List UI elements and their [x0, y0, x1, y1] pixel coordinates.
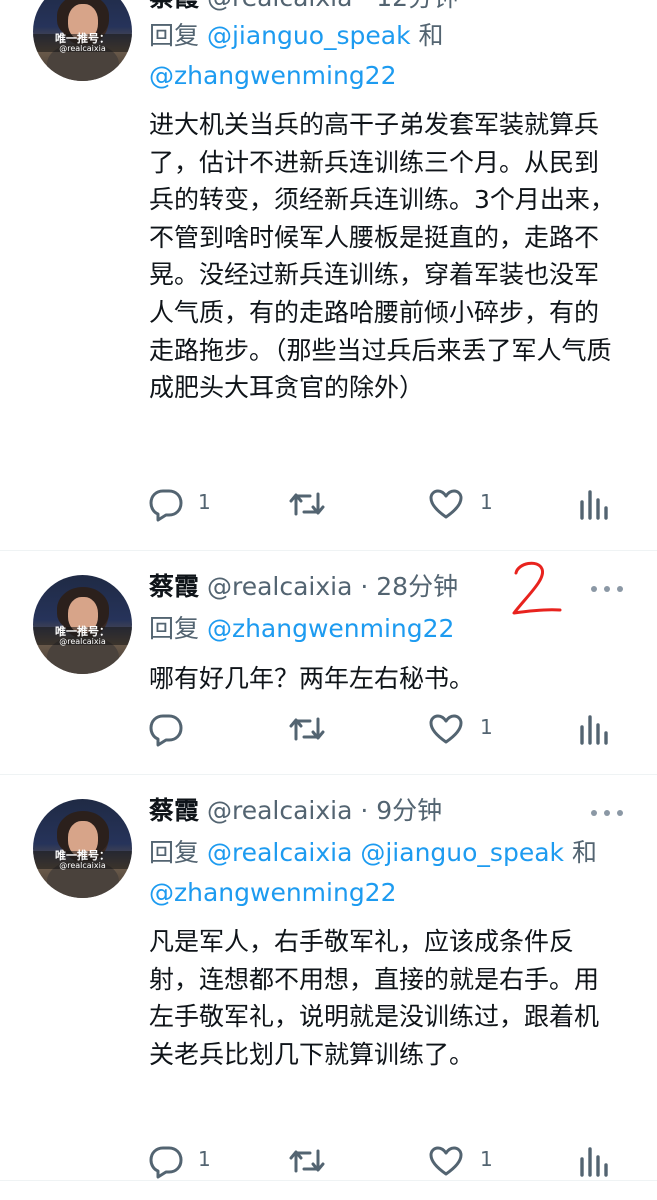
tweet-3[interactable]: 唯一推号： @realcaixia 蔡霞 @realcaixia · 9分钟 回…: [0, 775, 657, 1180]
timestamp[interactable]: 12分钟: [376, 0, 458, 12]
retweet-icon: [289, 717, 325, 741]
tweet-text: 哪有好几年？两年左右秘书。: [149, 664, 475, 693]
display-name[interactable]: 蔡霞: [149, 0, 199, 12]
reply-icon: [149, 714, 183, 747]
reply-button[interactable]: 1: [148, 1141, 228, 1181]
avatar[interactable]: 唯一推号： @realcaixia: [33, 575, 132, 674]
divider: [0, 1180, 657, 1181]
retweet-button[interactable]: [287, 709, 347, 749]
tweet-header: 蔡霞 @realcaixia · 12分钟: [149, 0, 458, 14]
tweet-actions: 1 1: [0, 1141, 657, 1181]
tweet-header: 蔡霞 @realcaixia · 9分钟: [149, 796, 443, 825]
display-name[interactable]: 蔡霞: [149, 572, 199, 601]
more-icon[interactable]: [591, 584, 625, 594]
display-name[interactable]: 蔡霞: [149, 796, 199, 825]
avatar-caption-handle: @realcaixia: [59, 44, 106, 53]
reply-icon: [149, 489, 183, 522]
analytics-icon: [580, 715, 608, 745]
like-button[interactable]: 1: [428, 709, 508, 749]
analytics-icon: [580, 1147, 608, 1177]
tweet-text: 凡是军人，右手敬军礼，应该成条件反射，连想都不用想，直接的就是右手。用左手敬军礼…: [149, 927, 600, 1069]
avatar-caption: 唯一推号：: [55, 849, 110, 862]
reply-icon: [149, 1146, 183, 1179]
timestamp[interactable]: 9分钟: [376, 796, 442, 825]
reply-button[interactable]: 1: [148, 484, 228, 524]
analytics-button[interactable]: [578, 484, 614, 524]
analytics-button[interactable]: [578, 1141, 614, 1181]
avatar-caption: 唯一推号：: [55, 32, 110, 45]
mention-link[interactable]: @jianguo_speak: [360, 838, 564, 867]
handwritten-annotation: [512, 561, 562, 615]
mention-link[interactable]: @zhangwenming22: [207, 614, 455, 643]
reply-button[interactable]: [148, 709, 228, 749]
analytics-button[interactable]: [578, 709, 614, 749]
avatar-caption-handle: @realcaixia: [59, 637, 106, 646]
replying-to: 回复 @jianguo_speak 和 @zhangwenming22: [149, 21, 444, 90]
like-button[interactable]: 1: [428, 1141, 508, 1181]
tweet-header: 蔡霞 @realcaixia · 28分钟: [149, 572, 459, 601]
tweet-1[interactable]: 唯一推号： @realcaixia 蔡霞 @realcaixia · 12分钟 …: [0, 0, 657, 550]
mention-link[interactable]: @zhangwenming22: [149, 61, 397, 90]
avatar-caption-handle: @realcaixia: [59, 861, 106, 870]
retweet-button[interactable]: [287, 484, 347, 524]
heart-icon: [429, 1146, 463, 1176]
like-button[interactable]: 1: [428, 484, 508, 524]
tweet-actions: 1 1: [0, 484, 657, 524]
avatar[interactable]: 唯一推号： @realcaixia: [33, 0, 132, 81]
mention-link[interactable]: @zhangwenming22: [149, 878, 397, 907]
retweet-icon: [289, 492, 325, 516]
avatar-caption: 唯一推号：: [55, 625, 110, 638]
heart-icon: [429, 714, 463, 744]
tweet-text: 进大机关当兵的高干子弟发套军装就算兵了，估计不进新兵连训练三个月。从民到兵的转变…: [149, 110, 615, 403]
more-icon[interactable]: [591, 808, 625, 818]
handle[interactable]: @realcaixia: [207, 0, 352, 12]
mention-link[interactable]: @realcaixia: [207, 838, 352, 867]
avatar[interactable]: 唯一推号： @realcaixia: [33, 799, 132, 898]
mention-link[interactable]: @jianguo_speak: [207, 21, 411, 50]
handle[interactable]: @realcaixia: [207, 796, 352, 825]
retweet-button[interactable]: [287, 1141, 347, 1181]
tweet-actions: 1: [0, 709, 657, 749]
heart-icon: [429, 489, 463, 519]
retweet-icon: [289, 1149, 325, 1173]
timestamp[interactable]: 28分钟: [376, 572, 458, 601]
handle[interactable]: @realcaixia: [207, 572, 352, 601]
replying-to: 回复 @realcaixia @jianguo_speak 和 @zhangwe…: [149, 838, 597, 907]
analytics-icon: [580, 490, 608, 520]
